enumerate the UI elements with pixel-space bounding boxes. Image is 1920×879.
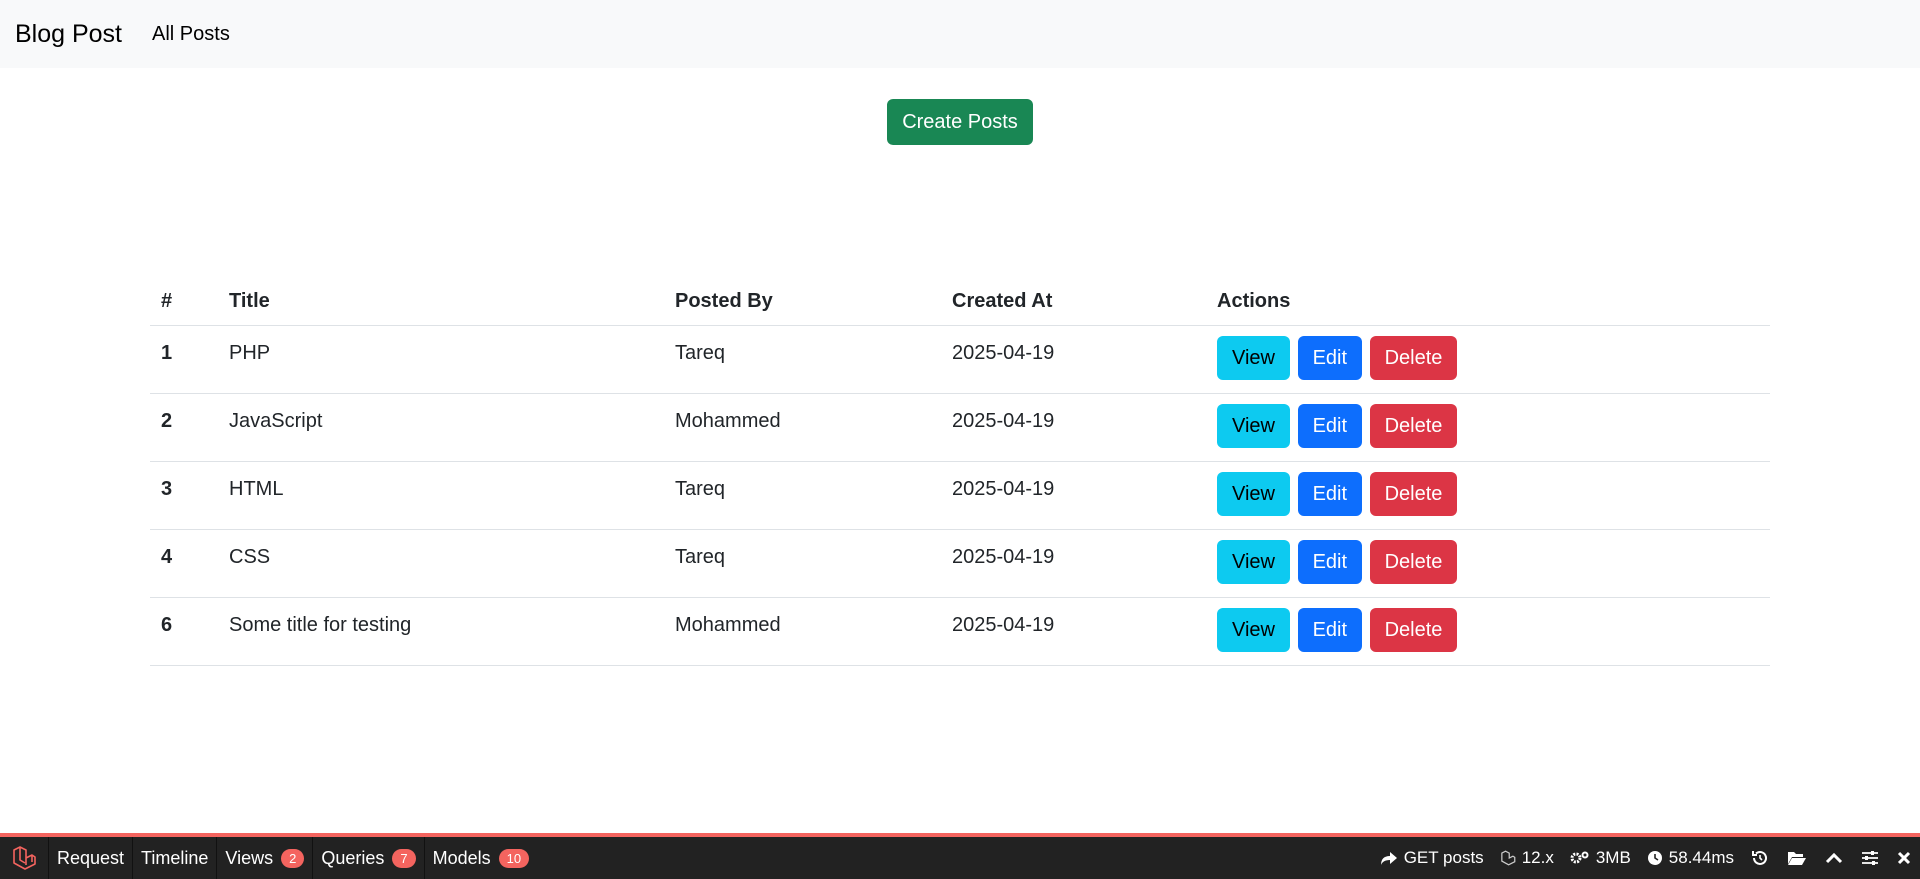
count-badge: 7 (392, 848, 416, 868)
create-posts-button[interactable]: Create Posts (887, 99, 1033, 145)
row-created-at: 2025-04-19 (941, 529, 1206, 598)
history-icon[interactable] (1742, 837, 1778, 879)
create-wrap: Create Posts (0, 99, 1920, 145)
debug-bar: Request Timeline Views 2 Queries 7 Models 1… (0, 833, 1920, 879)
route-indicator[interactable]: GET posts (1372, 848, 1492, 868)
row-posted-by: Tareq (664, 325, 941, 394)
table-row: 6 Some title for testing Mohammed 2025-0… (150, 597, 1770, 666)
row-id: 6 (150, 597, 218, 666)
table-row: 2 JavaScript Mohammed 2025-04-19 View Ed… (150, 393, 1770, 462)
debug-tab-views[interactable]: Views 2 (216, 837, 312, 879)
debug-tab-timeline[interactable]: Timeline (132, 837, 216, 879)
debug-tab-label: Models (432, 847, 491, 868)
header-number: # (150, 279, 218, 326)
nav-link-all-posts[interactable]: All Posts (152, 23, 230, 46)
navbar: Blog Post All Posts (0, 0, 1920, 68)
row-id: 1 (150, 325, 218, 394)
row-actions: View Edit Delete (1206, 325, 1770, 394)
count-badge: 2 (281, 848, 305, 868)
header-posted-by: Posted By (664, 279, 941, 326)
edit-button[interactable]: Edit (1297, 607, 1363, 652)
debug-tab-label: Views (225, 847, 274, 868)
row-title: Some title for testing (218, 597, 664, 666)
brand-link[interactable]: Blog Post (15, 20, 122, 49)
delete-button[interactable]: Delete (1369, 471, 1458, 516)
row-actions: View Edit Delete (1206, 393, 1770, 462)
chevron-up-icon[interactable] (1816, 837, 1852, 879)
folder-open-icon[interactable] (1778, 837, 1816, 879)
debug-tab-models[interactable]: Models 10 (423, 837, 538, 879)
row-actions: View Edit Delete (1206, 529, 1770, 598)
table-row: 1 PHP Tareq 2025-04-19 View Edit Delete (150, 325, 1770, 394)
posts-table: # Title Posted By Created At Actions 1 P… (150, 279, 1770, 666)
route-text: GET posts (1403, 848, 1484, 867)
edit-button[interactable]: Edit (1297, 335, 1363, 380)
debug-tab-label: Queries (321, 847, 385, 868)
edit-button[interactable]: Edit (1297, 539, 1363, 584)
row-actions: View Edit Delete (1206, 461, 1770, 530)
memory-indicator[interactable]: 3MB (1562, 848, 1639, 868)
row-actions: View Edit Delete (1206, 597, 1770, 666)
delete-button[interactable]: Delete (1369, 335, 1458, 380)
version-indicator[interactable]: 12.x (1492, 848, 1562, 868)
row-title: HTML (218, 461, 664, 530)
share-arrow-icon (1380, 852, 1397, 865)
row-title: CSS (218, 529, 664, 598)
row-created-at: 2025-04-19 (941, 461, 1206, 530)
view-button[interactable]: View (1217, 403, 1290, 448)
debug-tab-queries[interactable]: Queries 7 (312, 837, 423, 879)
row-id: 2 (150, 393, 218, 462)
view-button[interactable]: View (1217, 607, 1290, 652)
row-id: 4 (150, 529, 218, 598)
table-header-row: # Title Posted By Created At Actions (150, 279, 1770, 326)
table-row: 3 HTML Tareq 2025-04-19 View Edit Delete (150, 461, 1770, 530)
time-indicator[interactable]: 58.44ms (1639, 848, 1742, 868)
row-posted-by: Tareq (664, 461, 941, 530)
row-title: JavaScript (218, 393, 664, 462)
row-created-at: 2025-04-19 (941, 325, 1206, 394)
main-content: Create Posts # Title Posted By Created A… (0, 99, 1920, 666)
edit-button[interactable]: Edit (1297, 471, 1363, 516)
laravel-version-icon (1500, 850, 1516, 866)
view-button[interactable]: View (1217, 335, 1290, 380)
header-actions: Actions (1206, 279, 1770, 326)
view-button[interactable]: View (1217, 539, 1290, 584)
close-icon[interactable] (1888, 837, 1920, 879)
gears-icon (1570, 851, 1589, 864)
header-title: Title (218, 279, 664, 326)
header-created-at: Created At (941, 279, 1206, 326)
count-badge: 10 (498, 848, 530, 868)
debug-status-area: GET posts 12.x 3MB 58.44ms (1372, 837, 1920, 879)
row-posted-by: Mohammed (664, 393, 941, 462)
row-title: PHP (218, 325, 664, 394)
row-created-at: 2025-04-19 (941, 393, 1206, 462)
view-button[interactable]: View (1217, 471, 1290, 516)
clock-icon (1647, 851, 1662, 865)
row-id: 3 (150, 461, 218, 530)
row-posted-by: Tareq (664, 529, 941, 598)
table-row: 4 CSS Tareq 2025-04-19 View Edit Delete (150, 529, 1770, 598)
version-text: 12.x (1521, 848, 1554, 867)
settings-sliders-icon[interactable] (1852, 837, 1888, 879)
laravel-logo-icon[interactable] (0, 837, 48, 879)
row-posted-by: Mohammed (664, 597, 941, 666)
delete-button[interactable]: Delete (1369, 403, 1458, 448)
debug-tab-request[interactable]: Request (48, 837, 132, 879)
debug-tab-label: Request (57, 847, 125, 868)
edit-button[interactable]: Edit (1297, 403, 1363, 448)
memory-text: 3MB (1595, 848, 1631, 867)
row-created-at: 2025-04-19 (941, 597, 1206, 666)
delete-button[interactable]: Delete (1369, 539, 1458, 584)
debug-tab-label: Timeline (141, 847, 209, 868)
time-text: 58.44ms (1668, 848, 1734, 867)
delete-button[interactable]: Delete (1369, 607, 1458, 652)
